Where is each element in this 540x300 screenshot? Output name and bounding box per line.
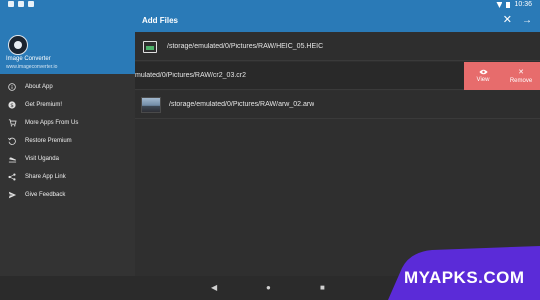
app-website: www.imageconverter.io xyxy=(6,64,58,70)
menu-item-share-app[interactable]: Share App Link xyxy=(0,168,135,186)
dollar-icon: $ xyxy=(7,101,17,109)
app-name: Image Converter xyxy=(6,56,51,62)
menu-item-get-premium[interactable]: $ Get Premium! xyxy=(0,96,135,114)
home-icon[interactable]: ● xyxy=(266,283,271,293)
share-icon xyxy=(7,173,17,181)
file-row[interactable]: /storage/emulated/0/Pictures/RAW/HEIC_05… xyxy=(135,33,540,61)
drawer-menu: About App $ Get Premium! More Apps From … xyxy=(0,78,135,204)
menu-item-more-apps[interactable]: More Apps From Us xyxy=(0,114,135,132)
status-bar: 10:36 xyxy=(0,0,540,10)
battery-icon xyxy=(506,2,511,8)
menu-item-label: More Apps From Us xyxy=(25,120,79,126)
notification-icons xyxy=(8,1,34,7)
arrow-forward-icon[interactable]: → xyxy=(522,15,532,26)
file-row-swiped[interactable]: mulated/0/Pictures/RAW/cr2_03.cr2 View ✕… xyxy=(135,62,540,90)
file-path: mulated/0/Pictures/RAW/cr2_03.cr2 xyxy=(135,72,247,79)
watermark-text: MYAPKS.COM xyxy=(404,268,525,287)
cart-icon xyxy=(7,119,17,127)
menu-item-about-app[interactable]: About App xyxy=(0,78,135,96)
back-icon[interactable]: ◀ xyxy=(211,283,217,293)
menu-item-label: Restore Premium xyxy=(25,138,72,144)
plane-icon xyxy=(7,155,17,163)
restore-icon xyxy=(7,137,17,145)
menu-item-label: Visit Uganda xyxy=(25,156,59,162)
photo-thumbnail xyxy=(141,96,161,113)
menu-item-visit-uganda[interactable]: Visit Uganda xyxy=(0,150,135,168)
send-icon xyxy=(7,191,17,199)
close-icon[interactable]: ✕ xyxy=(503,15,512,26)
file-row[interactable]: /storage/emulated/0/Pictures/RAW/arw_02.… xyxy=(135,91,540,119)
clock: 10:36 xyxy=(514,1,532,8)
remove-button[interactable]: ✕ Remove xyxy=(502,62,540,90)
remove-icon: ✕ xyxy=(518,68,524,76)
menu-item-label: Share App Link xyxy=(25,174,66,180)
menu-item-label: About App xyxy=(25,84,53,90)
system-status: 10:36 xyxy=(496,0,532,10)
navigation-drawer: Image Converter www.imageconverter.io Ab… xyxy=(0,10,135,276)
swipe-actions: View ✕ Remove xyxy=(464,62,540,90)
menu-item-restore-premium[interactable]: Restore Premium xyxy=(0,132,135,150)
menu-item-label: Get Premium! xyxy=(25,102,63,108)
app-notification-icon xyxy=(18,1,24,7)
page-title: Add Files xyxy=(142,16,179,25)
drawer-header: Image Converter www.imageconverter.io xyxy=(0,10,135,74)
app-logo xyxy=(8,35,28,55)
info-icon xyxy=(7,83,17,91)
add-files-panel: Add Files ✕ → /storage/emulated/0/Pictur… xyxy=(135,10,540,276)
view-label: View xyxy=(476,77,490,83)
app-bar: Add Files ✕ → xyxy=(135,10,540,32)
image-file-icon xyxy=(143,40,157,53)
wifi-icon xyxy=(496,2,503,8)
recents-icon[interactable]: ■ xyxy=(320,283,325,293)
settings-notification-icon xyxy=(8,1,14,7)
storage-notification-icon xyxy=(28,1,34,7)
eye-icon xyxy=(478,69,488,75)
remove-label: Remove xyxy=(509,77,533,84)
file-path: /storage/emulated/0/Pictures/RAW/arw_02.… xyxy=(169,101,315,108)
file-path: /storage/emulated/0/Pictures/RAW/HEIC_05… xyxy=(167,43,324,50)
svg-text:$: $ xyxy=(10,103,14,109)
view-button[interactable]: View xyxy=(464,62,502,90)
menu-item-label: Give Feedback xyxy=(25,192,66,198)
menu-item-give-feedback[interactable]: Give Feedback xyxy=(0,186,135,204)
